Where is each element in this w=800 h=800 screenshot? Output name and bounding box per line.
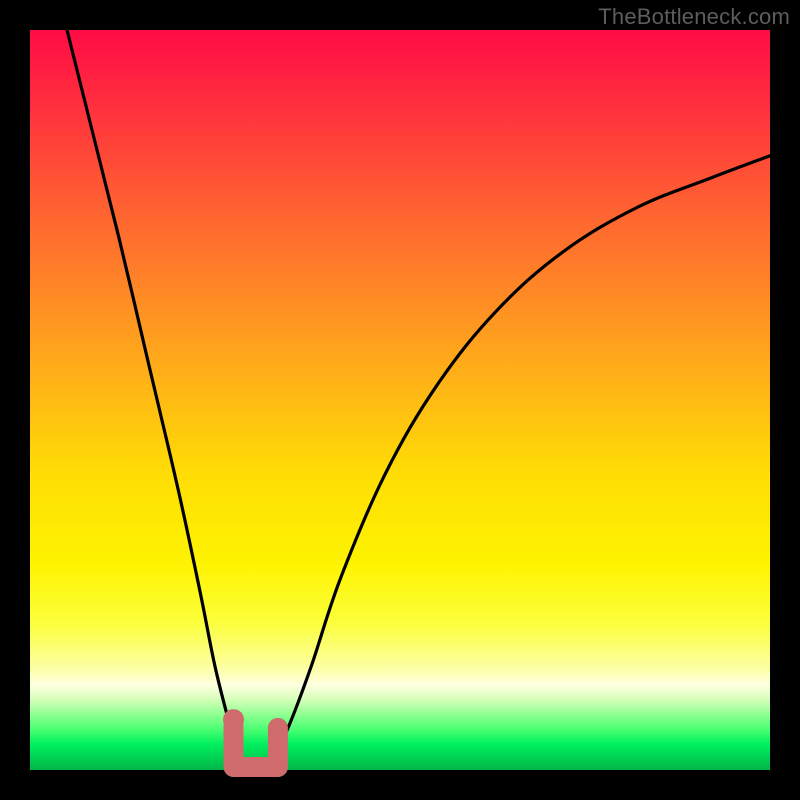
chart-svg — [0, 0, 800, 800]
highlight-marker-dot — [223, 709, 244, 730]
plot-area — [30, 30, 770, 770]
watermark-text: TheBottleneck.com — [598, 4, 790, 30]
chart-frame: { "watermark": "TheBottleneck.com", "lay… — [0, 0, 800, 800]
